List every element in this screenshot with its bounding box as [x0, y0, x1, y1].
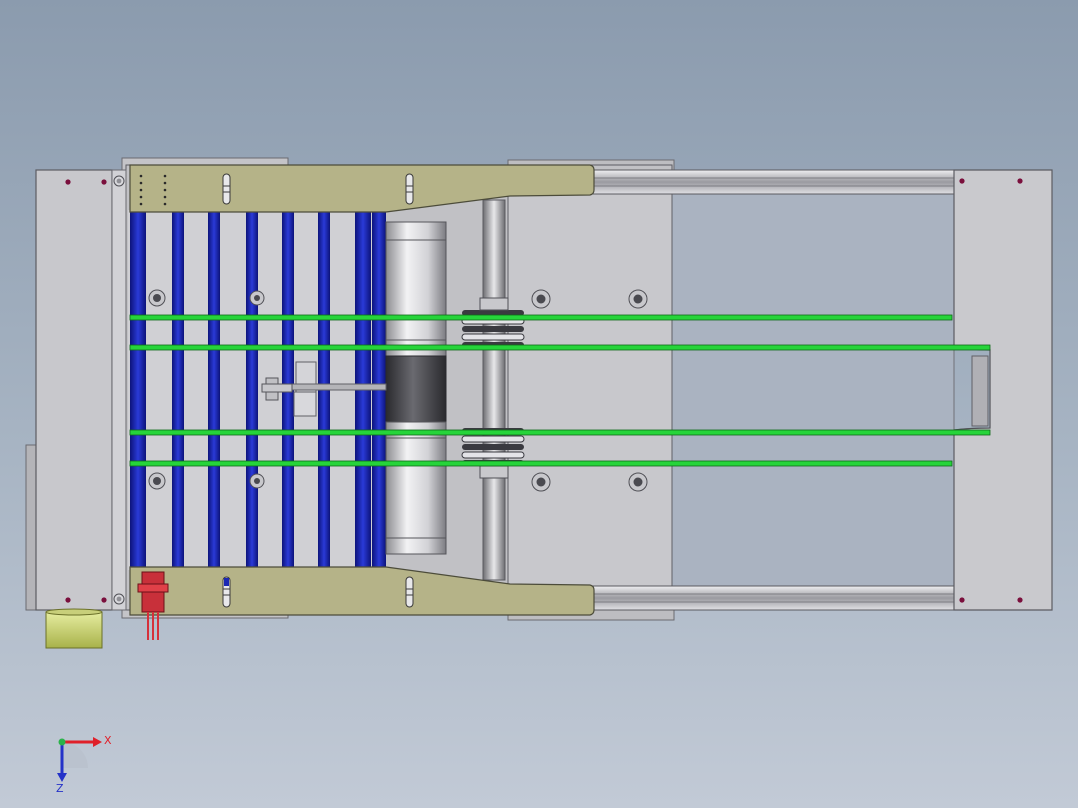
- roller: [172, 210, 184, 570]
- x-axis-label: X: [104, 734, 112, 747]
- bottom-rail: [591, 585, 955, 611]
- motor: [45, 608, 103, 649]
- roller: [246, 210, 258, 570]
- cad-viewport[interactable]: [0, 0, 1078, 808]
- red-connector: [137, 571, 169, 640]
- z-axis-label: Z: [56, 782, 64, 795]
- belt: [129, 460, 953, 467]
- roller: [208, 210, 220, 570]
- top-rail: [591, 169, 955, 195]
- x-axis-arrowhead: [93, 737, 102, 747]
- roller: [130, 210, 146, 570]
- belt: [129, 429, 991, 436]
- y-axis-dot: [58, 738, 66, 746]
- coordinate-triad: X Z: [56, 734, 112, 795]
- z-axis-arrowhead: [57, 773, 67, 782]
- belt: [129, 344, 991, 351]
- triad-plane: [62, 742, 88, 768]
- right-end-block: [953, 169, 1053, 611]
- drive-drum: [385, 221, 447, 555]
- left-end-block: [25, 169, 127, 611]
- belt: [129, 314, 953, 321]
